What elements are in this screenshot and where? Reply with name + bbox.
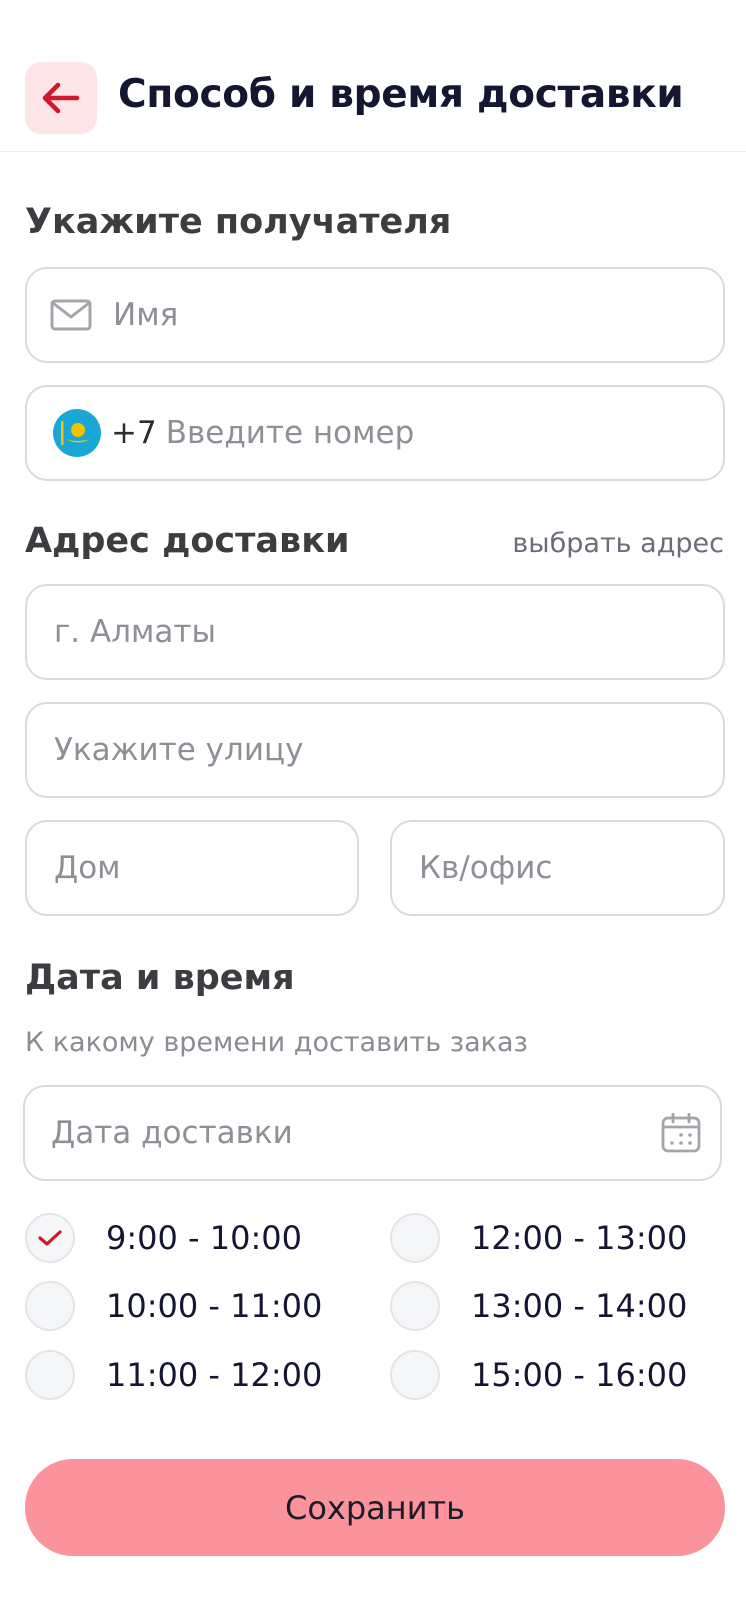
time-slot[interactable]: 13:00 - 14:00	[390, 1281, 687, 1331]
delivery-date-field[interactable]: Дата доставки	[23, 1085, 722, 1181]
house-placeholder: Дом	[54, 850, 121, 886]
date-placeholder: Дата доставки	[51, 1115, 293, 1151]
time-slot[interactable]: 10:00 - 11:00	[25, 1281, 322, 1331]
back-button[interactable]	[25, 62, 97, 134]
time-slot-label: 11:00 - 12:00	[106, 1356, 323, 1394]
house-field[interactable]: Дом	[25, 820, 359, 916]
radio-unchecked[interactable]	[390, 1281, 440, 1331]
radio-unchecked[interactable]	[390, 1350, 440, 1400]
apartment-field[interactable]: Кв/офис	[390, 820, 725, 916]
envelope-icon	[50, 299, 92, 331]
radio-unchecked[interactable]	[25, 1350, 75, 1400]
calendar-icon[interactable]	[661, 1113, 701, 1153]
time-slot-label: 9:00 - 10:00	[106, 1219, 302, 1257]
time-slot-label: 10:00 - 11:00	[106, 1287, 323, 1325]
save-button[interactable]: Сохранить	[25, 1459, 725, 1556]
radio-unchecked[interactable]	[25, 1281, 75, 1331]
save-button-label: Сохранить	[285, 1488, 465, 1527]
city-field[interactable]: г. Алматы	[25, 584, 725, 680]
time-slot-label: 15:00 - 16:00	[471, 1356, 688, 1394]
street-placeholder: Укажите улицу	[54, 732, 304, 768]
app-header: Способ и время доставки	[0, 0, 746, 152]
arrow-left-icon	[42, 82, 80, 114]
apartment-placeholder: Кв/офис	[419, 850, 553, 886]
street-field[interactable]: Укажите улицу	[25, 702, 725, 798]
phone-prefix: +7	[111, 415, 157, 451]
name-placeholder: Имя	[113, 297, 179, 333]
page-title: Способ и время доставки	[118, 72, 684, 117]
time-slot[interactable]: 9:00 - 10:00	[25, 1213, 302, 1263]
kazakhstan-flag-icon[interactable]	[53, 409, 101, 457]
time-slot[interactable]: 11:00 - 12:00	[25, 1350, 322, 1400]
time-slot[interactable]: 12:00 - 13:00	[390, 1213, 687, 1263]
time-slot[interactable]: 15:00 - 16:00	[390, 1350, 687, 1400]
datetime-section-title: Дата и время	[25, 958, 295, 998]
choose-address-link[interactable]: выбрать адрес	[512, 528, 724, 559]
time-slot-label: 12:00 - 13:00	[471, 1219, 688, 1257]
phone-placeholder: Введите номер	[165, 415, 415, 451]
name-field[interactable]: Имя	[25, 267, 725, 363]
radio-checked[interactable]	[25, 1213, 75, 1263]
address-section-title: Адрес доставки	[25, 521, 350, 561]
datetime-subtitle: К какому времени доставить заказ	[25, 1027, 528, 1058]
recipient-section-title: Укажите получателя	[25, 202, 452, 242]
city-placeholder: г. Алматы	[54, 614, 216, 650]
radio-unchecked[interactable]	[390, 1213, 440, 1263]
checkmark-icon	[38, 1230, 62, 1246]
phone-field[interactable]: +7 Введите номер	[25, 385, 725, 481]
time-slot-label: 13:00 - 14:00	[471, 1287, 688, 1325]
